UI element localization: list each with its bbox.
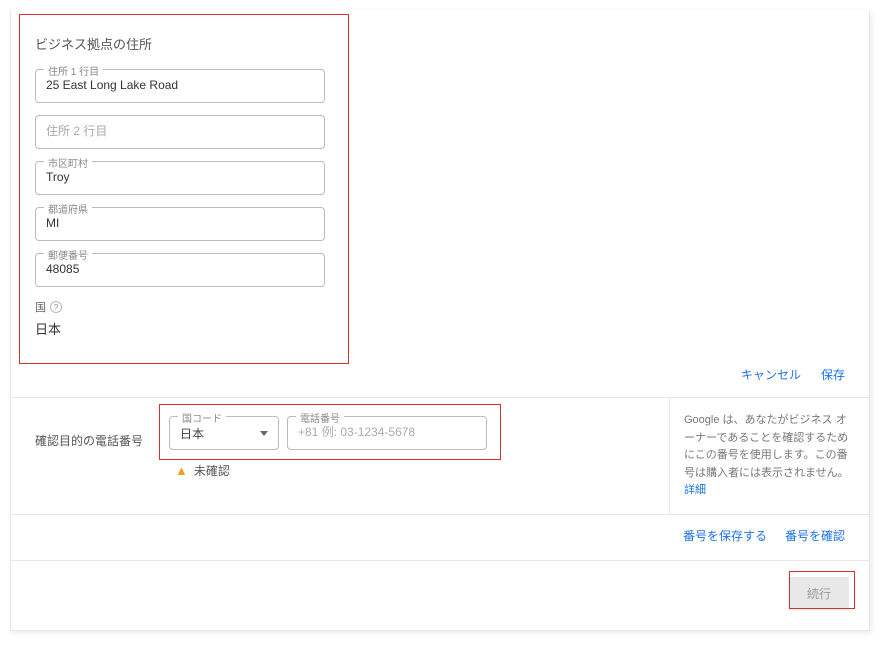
chevron-down-icon: [260, 431, 268, 436]
city-label: 市区町村: [44, 155, 92, 170]
help-icon[interactable]: ?: [50, 301, 62, 313]
save-button[interactable]: 保存: [821, 366, 845, 383]
address-line2-input[interactable]: [46, 124, 314, 138]
save-number-button[interactable]: 番号を保存する: [683, 527, 767, 544]
country-label: 国: [35, 299, 46, 315]
postal-label: 郵便番号: [44, 247, 92, 262]
details-link[interactable]: 詳細: [684, 482, 706, 500]
country-code-select[interactable]: 国コード 日本: [169, 416, 279, 450]
phone-help-text: Google は、あなたがビジネス オーナーであることを確認するためにこの番号を…: [684, 414, 849, 479]
address-line2-field[interactable]: [35, 115, 325, 149]
phone-number-field[interactable]: 電話番号: [287, 416, 487, 450]
country-code-label: 国コード: [178, 410, 226, 425]
phone-number-input[interactable]: [298, 425, 476, 439]
cancel-button[interactable]: キャンセル: [741, 366, 801, 383]
phone-section-label: 確認目的の電話番号: [35, 434, 143, 448]
country-value: 日本: [35, 319, 325, 338]
postal-field[interactable]: 郵便番号: [35, 253, 325, 287]
state-label: 都道府県: [44, 201, 92, 216]
warning-icon: ▲: [175, 463, 188, 478]
city-input[interactable]: [46, 170, 314, 184]
city-field[interactable]: 市区町村: [35, 161, 325, 195]
state-field[interactable]: 都道府県: [35, 207, 325, 241]
address-line1-field[interactable]: 住所 1 行目: [35, 69, 325, 103]
verify-number-button[interactable]: 番号を確認: [785, 527, 845, 544]
address-line1-label: 住所 1 行目: [44, 63, 103, 78]
postal-input[interactable]: [46, 262, 314, 276]
state-input[interactable]: [46, 216, 314, 230]
phone-number-label: 電話番号: [296, 410, 344, 425]
unverified-label: 未確認: [194, 462, 230, 479]
continue-button[interactable]: 続行: [789, 577, 849, 610]
country-code-value: 日本: [180, 427, 204, 441]
address-line1-input[interactable]: [46, 78, 314, 92]
address-section-title: ビジネス拠点の住所: [35, 34, 845, 53]
